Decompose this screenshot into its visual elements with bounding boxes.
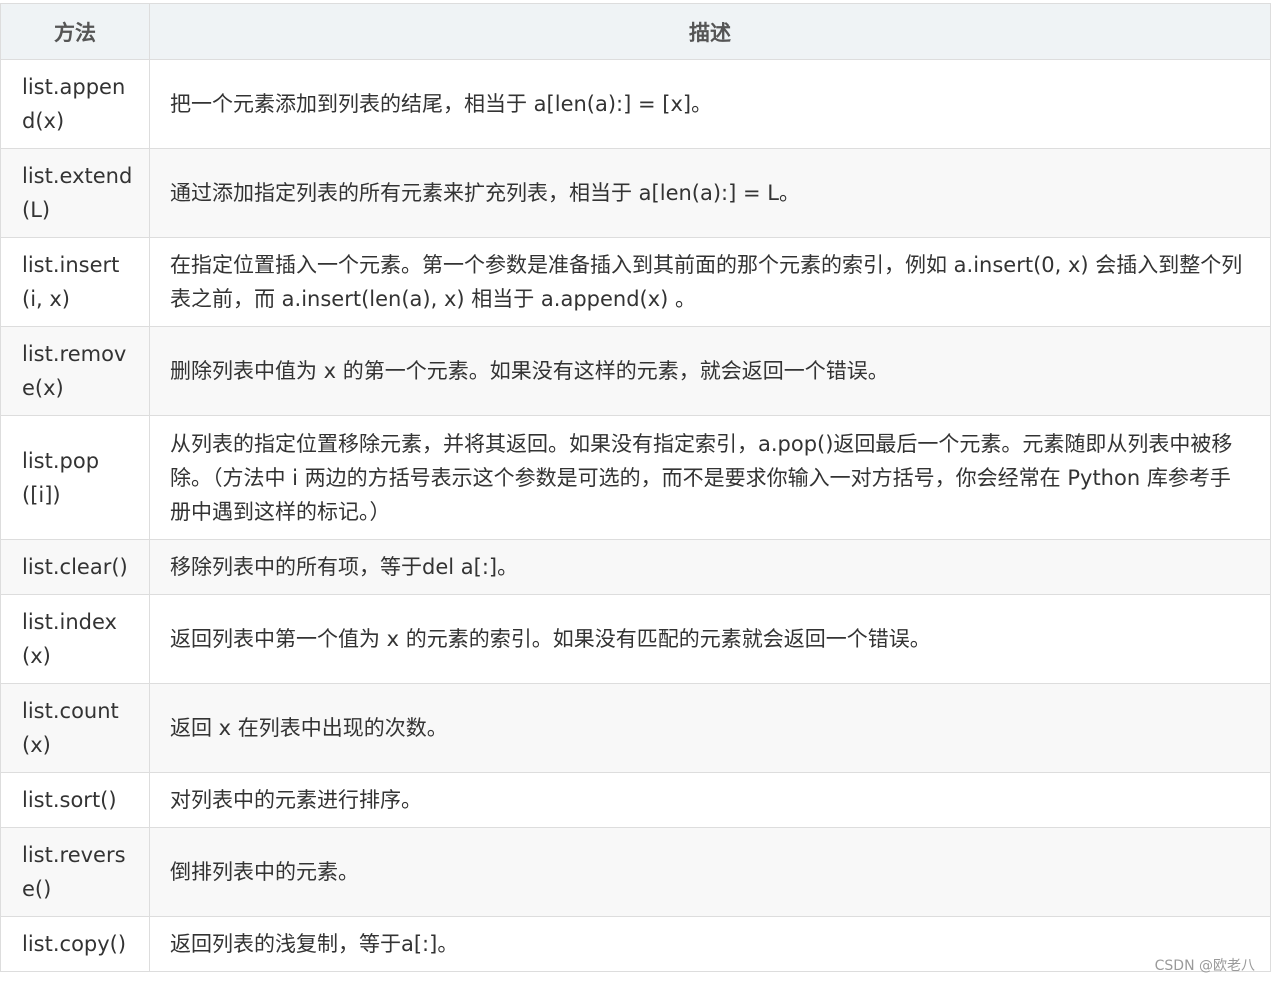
table-row: list.reverse() 倒排列表中的元素。 (0, 827, 1271, 917)
description-cell: 返回 x 在列表中出现的次数。 (149, 683, 1271, 773)
method-cell: list.copy() (0, 916, 150, 972)
description-cell: 从列表的指定位置移除元素，并将其返回。如果没有指定索引，a.pop()返回最后一… (149, 415, 1271, 540)
method-cell: list.reverse() (0, 827, 150, 917)
description-cell: 把一个元素添加到列表的结尾，相当于 a[len(a):] = [x]。 (149, 59, 1271, 149)
methods-table: 方法 描述 list.append(x) 把一个元素添加到列表的结尾，相当于 a… (0, 3, 1271, 972)
table-row: list.index(x) 返回列表中第一个值为 x 的元素的索引。如果没有匹配… (0, 594, 1271, 684)
table-row: list.sort() 对列表中的元素进行排序。 (0, 772, 1271, 828)
description-cell: 删除列表中值为 x 的第一个元素。如果没有这样的元素，就会返回一个错误。 (149, 326, 1271, 416)
table-header-row: 方法 描述 (0, 3, 1271, 60)
method-cell: list.extend(L) (0, 148, 150, 238)
method-cell: list.remove(x) (0, 326, 150, 416)
table-row: list.extend(L) 通过添加指定列表的所有元素来扩充列表，相当于 a[… (0, 148, 1271, 238)
table-row: list.clear() 移除列表中的所有项，等于del a[:]。 (0, 539, 1271, 595)
method-cell: list.index(x) (0, 594, 150, 684)
method-cell: list.sort() (0, 772, 150, 828)
table-row: list.append(x) 把一个元素添加到列表的结尾，相当于 a[len(a… (0, 59, 1271, 149)
header-method: 方法 (0, 3, 150, 60)
method-cell: list.append(x) (0, 59, 150, 149)
description-cell: 倒排列表中的元素。 (149, 827, 1271, 917)
method-cell: list.clear() (0, 539, 150, 595)
table-row: list.count(x) 返回 x 在列表中出现的次数。 (0, 683, 1271, 773)
method-cell: list.insert(i, x) (0, 237, 150, 327)
header-description: 描述 (149, 3, 1271, 60)
table-row: list.copy() 返回列表的浅复制，等于a[:]。 (0, 916, 1271, 972)
description-cell: 通过添加指定列表的所有元素来扩充列表，相当于 a[len(a):] = L。 (149, 148, 1271, 238)
description-cell: 返回列表中第一个值为 x 的元素的索引。如果没有匹配的元素就会返回一个错误。 (149, 594, 1271, 684)
description-cell: 移除列表中的所有项，等于del a[:]。 (149, 539, 1271, 595)
description-cell: 返回列表的浅复制，等于a[:]。 (149, 916, 1271, 972)
method-cell: list.pop([i]) (0, 415, 150, 540)
description-cell: 在指定位置插入一个元素。第一个参数是准备插入到其前面的那个元素的索引，例如 a.… (149, 237, 1271, 327)
table-row: list.pop([i]) 从列表的指定位置移除元素，并将其返回。如果没有指定索… (0, 415, 1271, 540)
table-row: list.insert(i, x) 在指定位置插入一个元素。第一个参数是准备插入… (0, 237, 1271, 327)
watermark: CSDN @欧老八 (1154, 958, 1255, 974)
table-row: list.remove(x) 删除列表中值为 x 的第一个元素。如果没有这样的元… (0, 326, 1271, 416)
method-cell: list.count(x) (0, 683, 150, 773)
description-cell: 对列表中的元素进行排序。 (149, 772, 1271, 828)
